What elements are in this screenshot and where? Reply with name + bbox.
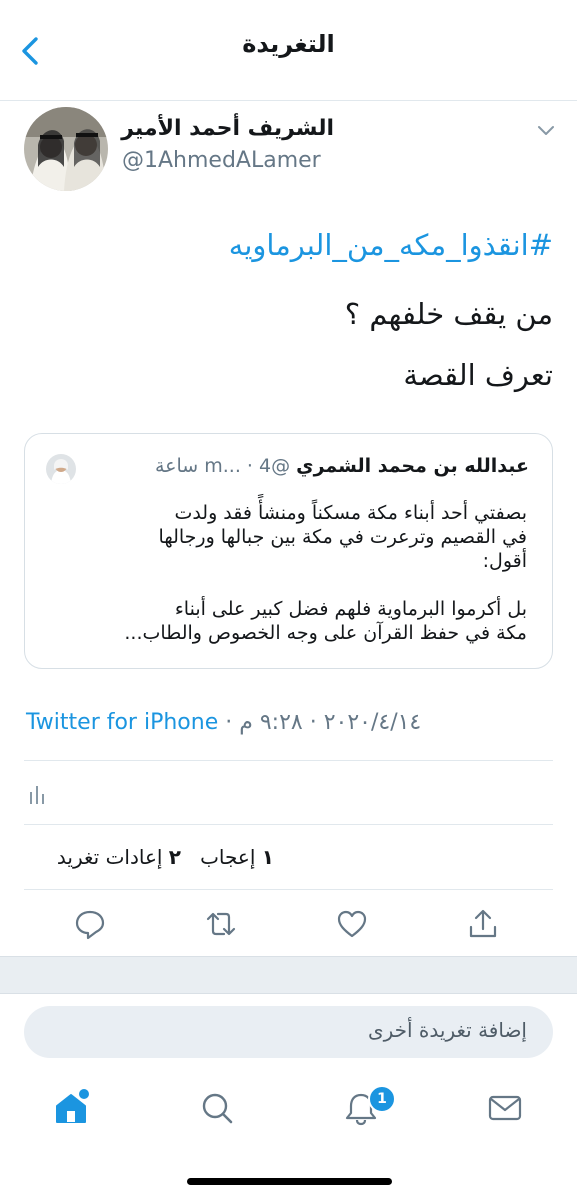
- retweets-label[interactable]: إعادات تغريد: [57, 845, 163, 869]
- tweet-stats: ١ إعجاب ٢ إعادات تغريد: [57, 845, 274, 869]
- chevron-down-icon[interactable]: [536, 123, 556, 137]
- author-handle[interactable]: @1AhmedALamer: [122, 148, 321, 173]
- search-icon[interactable]: [198, 1089, 236, 1127]
- section-separator: [0, 956, 577, 994]
- divider: [24, 889, 553, 890]
- tweet-time: ٩:٢٨ م: [239, 710, 303, 735]
- reply-icon[interactable]: [73, 907, 107, 941]
- tweet-source-link[interactable]: Twitter for iPhone: [26, 710, 218, 735]
- tweet-date: ٢٠٢٠/٤/١٤: [323, 710, 422, 735]
- divider: [24, 760, 553, 761]
- quoted-avatar: [46, 454, 76, 484]
- analytics-icon[interactable]: [29, 784, 47, 804]
- avatar[interactable]: [24, 107, 108, 191]
- retweets-count[interactable]: ٢: [169, 845, 181, 869]
- quoted-text-line: مكة في حفظ القرآن على وجه الخصوص والطاب.…: [124, 622, 527, 644]
- page-title: التغريدة: [242, 30, 335, 58]
- author-name[interactable]: الشريف أحمد الأمير: [121, 116, 334, 141]
- hashtag-link[interactable]: #انقذوا_مكه_من_البرماويه: [229, 228, 553, 262]
- likes-count[interactable]: ١: [262, 845, 274, 869]
- quoted-tweet-header: عبدالله بن محمد الشمري @m... · 4 ساعة: [154, 455, 529, 477]
- share-icon[interactable]: [466, 907, 500, 941]
- tweet-text-line: تعرف القصة: [403, 358, 553, 392]
- quoted-author-name: عبدالله بن محمد الشمري: [296, 455, 529, 477]
- mail-icon[interactable]: [486, 1089, 524, 1127]
- quoted-text-line: في القصيم وترعرت في مكة بين جبالها ورجال…: [158, 526, 527, 548]
- likes-label[interactable]: إعجاب: [200, 845, 255, 869]
- retweet-icon[interactable]: [204, 907, 238, 941]
- tweet-meta: Twitter for iPhone · ٢٠٢٠/٤/١٤ · ٩:٢٨ م: [26, 710, 422, 735]
- heart-icon[interactable]: [335, 907, 369, 941]
- notifications-badge: 1: [368, 1085, 396, 1113]
- divider: [24, 824, 553, 825]
- add-tweet-placeholder[interactable]: إضافة تغريدة أخرى: [368, 1018, 527, 1042]
- quoted-text-line: أقول:: [482, 550, 527, 572]
- quoted-text-line: بل أكرموا البرماوية فلهم فضل كبير على أب…: [174, 598, 527, 620]
- quoted-text-line: بصفتي أحد أبناء مكة مسكناً ومنشأً فقد ول…: [174, 502, 527, 524]
- home-indicator: [187, 1178, 392, 1185]
- tweet-text-line: من يقف خلفهم ؟: [344, 297, 553, 331]
- home-icon[interactable]: [52, 1089, 90, 1127]
